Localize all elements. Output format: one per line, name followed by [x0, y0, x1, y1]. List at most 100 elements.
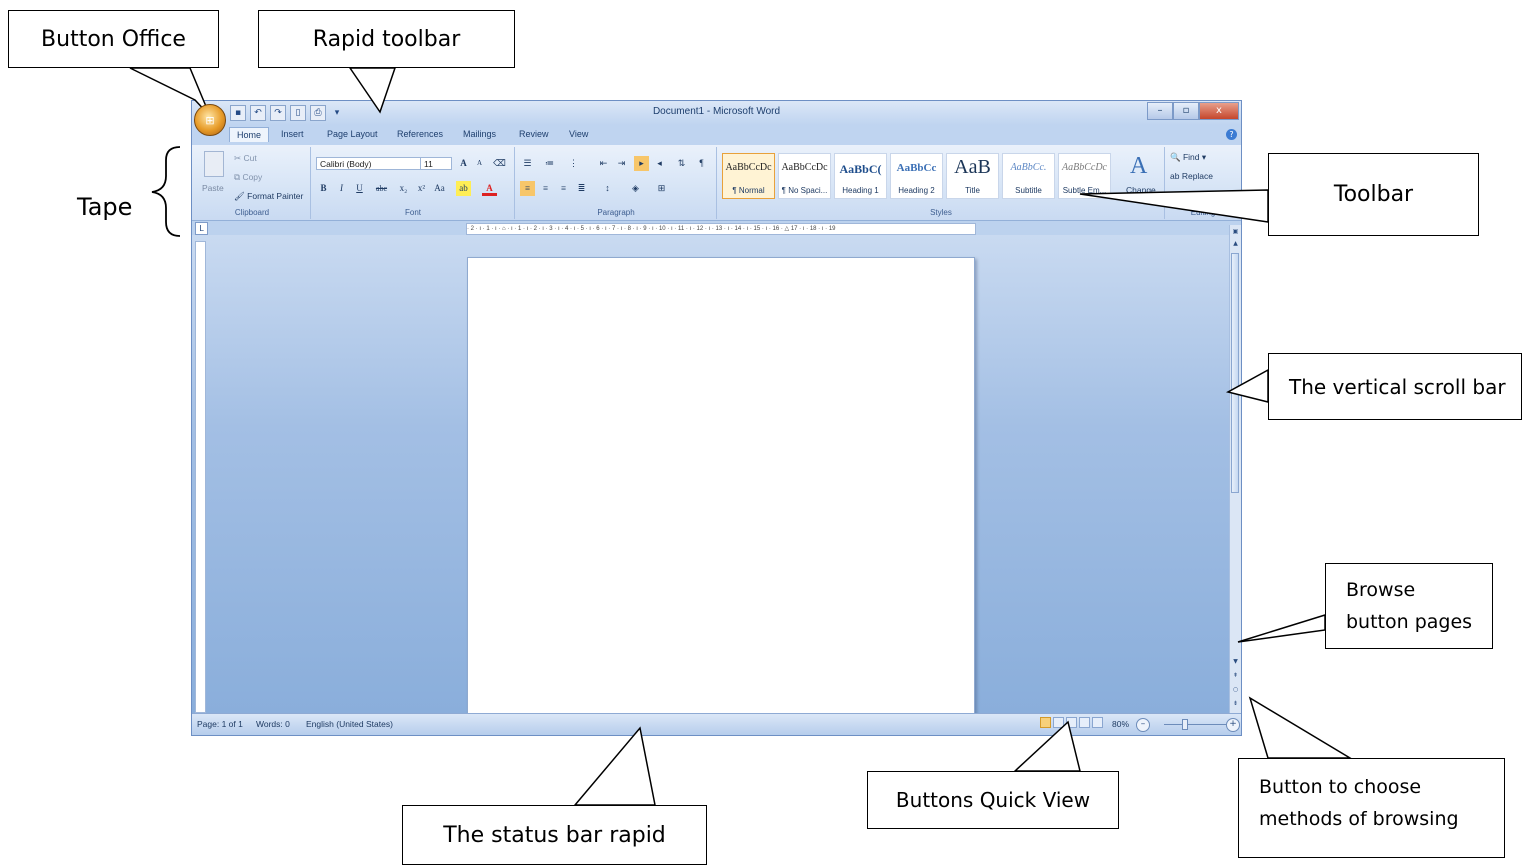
zoom-slider-thumb[interactable] — [1182, 719, 1188, 730]
select-browse-object-icon[interactable]: ○ — [1231, 685, 1240, 694]
change-styles-button[interactable]: Change — [1126, 185, 1156, 195]
tab-selector-icon[interactable]: L — [195, 222, 208, 235]
tab-mailings[interactable]: Mailings — [463, 129, 496, 139]
borders-icon[interactable]: ⊞ — [654, 181, 669, 196]
draft-view-icon[interactable] — [1092, 717, 1103, 728]
zoom-slider[interactable] — [1164, 724, 1226, 725]
office-button[interactable]: ⊞ — [194, 104, 226, 136]
style-subtitle[interactable]: AaBbCc. Subtitle — [1002, 153, 1055, 199]
change-case-button[interactable]: Aa — [432, 181, 447, 196]
tab-review[interactable]: Review — [519, 129, 549, 139]
style-title[interactable]: AaB Title — [946, 153, 999, 199]
clear-format-icon[interactable]: ⌫ — [492, 156, 507, 171]
zoom-in-icon[interactable]: + — [1226, 718, 1240, 732]
scroll-down-icon[interactable]: ▼ — [1231, 657, 1240, 666]
vertical-ruler[interactable] — [195, 241, 206, 713]
style-label: ¶ No Spaci... — [781, 186, 828, 195]
bold-button[interactable]: B — [316, 181, 331, 196]
undo-icon[interactable]: ↶ — [250, 105, 266, 121]
status-page[interactable]: Page: 1 of 1 — [197, 719, 243, 729]
status-language[interactable]: English (United States) — [306, 719, 393, 729]
font-size-combo[interactable]: 11 — [420, 157, 452, 170]
word-window: Document1 - Microsoft Word ▪ ↶ ↷ ▯ ⎙ ▾ –… — [191, 100, 1242, 736]
align-left-icon[interactable]: ≡ — [520, 181, 535, 196]
style-preview: AaBbCcDc — [1062, 162, 1107, 173]
rtl-icon[interactable]: ◂ — [652, 156, 667, 171]
multilevel-list-icon[interactable]: ⋮ — [566, 156, 581, 171]
style-preview: AaBbCc — [896, 162, 937, 174]
copy-button[interactable]: ⧉ Copy — [234, 172, 262, 183]
next-page-icon[interactable]: ⇟ — [1231, 699, 1240, 708]
shrink-font-button[interactable]: A — [472, 156, 487, 171]
status-words[interactable]: Words: 0 — [256, 719, 290, 729]
pilcrow-icon[interactable]: ¶ — [694, 156, 709, 171]
ltr-icon[interactable]: ▸ — [634, 156, 649, 171]
style-no-spacing[interactable]: AaBbCcDc ¶ No Spaci... — [778, 153, 831, 199]
underline-button[interactable]: U — [352, 181, 367, 196]
print-layout-view-icon[interactable] — [1040, 717, 1051, 728]
ruler-bar: L · 2 · ı · 1 · ı · ⌂ · ı · 1 · ı · 2 · … — [192, 221, 1241, 235]
paste-button[interactable]: Paste — [202, 183, 224, 193]
line-spacing-icon[interactable]: ↕ — [600, 181, 615, 196]
font-color-icon[interactable]: A — [482, 181, 497, 196]
tab-view[interactable]: View — [569, 129, 588, 139]
sort-icon[interactable]: ⇅ — [674, 156, 689, 171]
style-normal[interactable]: AaBbCcDc ¶ Normal — [722, 153, 775, 199]
superscript-button[interactable]: x² — [414, 181, 429, 196]
pointer-status-bar — [573, 726, 656, 806]
minimize-button[interactable]: – — [1147, 102, 1173, 120]
close-button[interactable]: x — [1199, 102, 1239, 120]
font-name-combo[interactable]: Calibri (Body) — [316, 157, 422, 170]
style-preview: AaB — [954, 156, 991, 178]
save-icon[interactable]: ▪ — [230, 105, 246, 121]
view-ruler-icon[interactable]: ▣ — [1231, 227, 1240, 236]
style-subtle-emphasis[interactable]: AaBbCcDc Subtle Em... — [1058, 153, 1111, 199]
redo-icon[interactable]: ↷ — [270, 105, 286, 121]
outline-view-icon[interactable] — [1079, 717, 1090, 728]
subscript-button[interactable]: x₂ — [396, 181, 411, 196]
full-screen-reading-icon[interactable] — [1053, 717, 1064, 728]
strikethrough-button[interactable]: abc — [374, 181, 389, 196]
print-icon[interactable]: ⎙ — [310, 105, 326, 121]
maximize-button[interactable]: ▫ — [1173, 102, 1199, 120]
align-center-icon[interactable]: ≡ — [538, 181, 553, 196]
new-document-icon[interactable]: ▯ — [290, 105, 306, 121]
style-label: ¶ Normal — [732, 186, 765, 195]
shading-icon[interactable]: ◈ — [628, 181, 643, 196]
select-button[interactable]: ▹ Select ▾ — [1170, 190, 1207, 201]
highlight-icon[interactable]: ab — [456, 181, 471, 196]
tab-home[interactable]: Home — [229, 127, 270, 142]
zoom-out-icon[interactable]: – — [1136, 718, 1150, 732]
grow-font-button[interactable]: A — [456, 156, 471, 171]
scroll-thumb[interactable] — [1231, 253, 1239, 493]
web-layout-view-icon[interactable] — [1066, 717, 1077, 728]
style-heading-2[interactable]: AaBbCc Heading 2 — [890, 153, 943, 199]
change-styles-icon[interactable]: A — [1130, 153, 1147, 180]
find-button[interactable]: 🔍 Find ▾ — [1170, 152, 1206, 163]
scroll-up-icon[interactable]: ▲ — [1231, 239, 1240, 248]
tab-page-layout[interactable]: Page Layout — [327, 129, 378, 139]
style-heading-1[interactable]: AaBbC(Heading 1 — [834, 153, 887, 199]
previous-page-icon[interactable]: ⇞ — [1231, 671, 1240, 680]
style-preview: AaBbCcDc — [781, 162, 828, 173]
align-right-icon[interactable]: ≡ — [556, 181, 571, 196]
horizontal-ruler[interactable]: · 2 · ı · 1 · ı · ⌂ · ı · 1 · ı · 2 · ı … — [466, 223, 976, 235]
cut-button[interactable]: ✂ Cut — [234, 153, 257, 164]
bullets-icon[interactable]: ☰ — [520, 156, 535, 171]
zoom-level[interactable]: 80% — [1112, 719, 1129, 729]
help-icon[interactable]: ? — [1226, 129, 1237, 140]
numbering-icon[interactable]: ≔ — [542, 156, 557, 171]
tab-insert[interactable]: Insert — [281, 129, 304, 139]
increase-indent-icon[interactable]: ⇥ — [614, 156, 629, 171]
tab-references[interactable]: References — [397, 129, 443, 139]
format-painter-button[interactable]: 🖌 Format Painter — [234, 191, 303, 202]
group-title-paragraph: Paragraph — [597, 208, 635, 217]
replace-button[interactable]: ab Replace — [1170, 171, 1213, 181]
document-page[interactable] — [467, 257, 975, 719]
paste-icon[interactable] — [204, 151, 224, 177]
customize-qat-icon[interactable]: ▾ — [330, 106, 344, 120]
justify-icon[interactable]: ≣ — [574, 181, 589, 196]
decrease-indent-icon[interactable]: ⇤ — [596, 156, 611, 171]
vertical-scrollbar[interactable]: ▣ ▲ ▼ ⇞ ○ ⇟ — [1229, 225, 1241, 715]
italic-button[interactable]: I — [334, 181, 349, 196]
